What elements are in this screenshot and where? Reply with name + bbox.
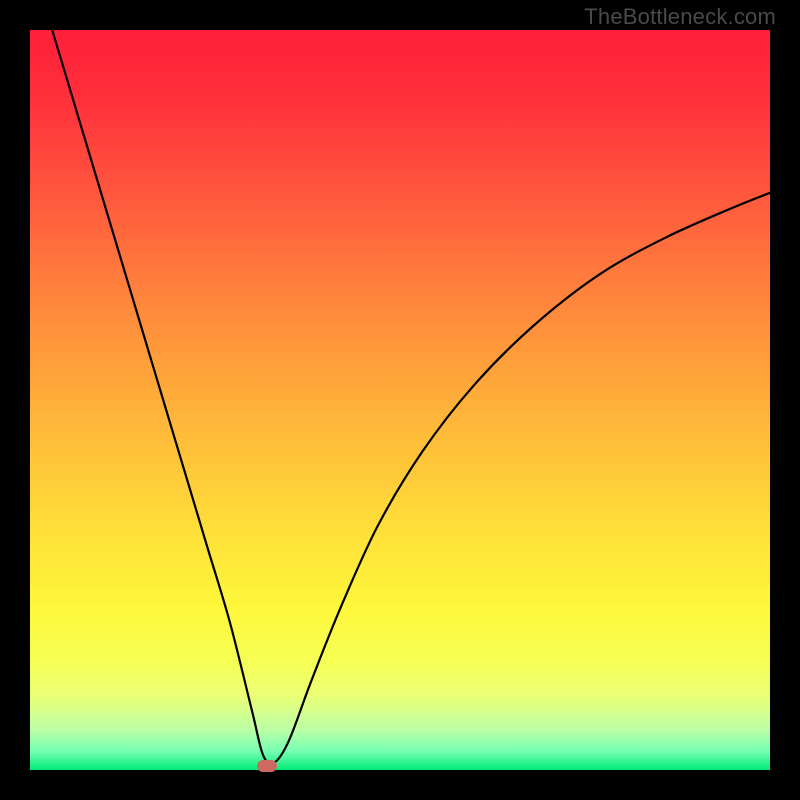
bottleneck-curve-path bbox=[52, 30, 770, 764]
bottleneck-curve-svg bbox=[30, 30, 770, 770]
watermark-text: TheBottleneck.com bbox=[584, 4, 776, 30]
chart-plot-area bbox=[30, 30, 770, 770]
optimal-point-marker bbox=[257, 760, 277, 772]
